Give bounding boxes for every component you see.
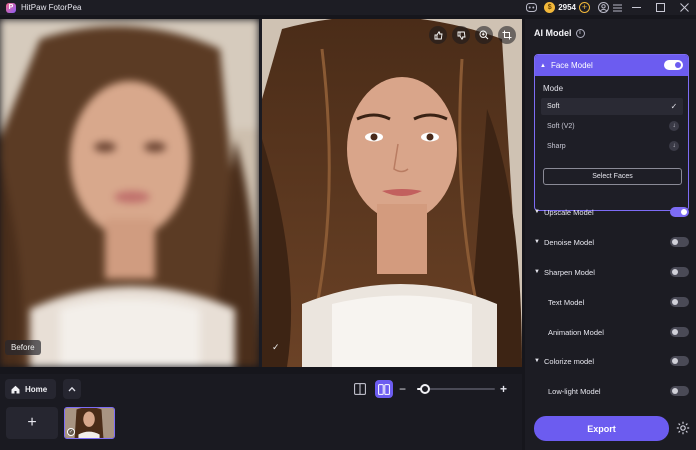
home-button[interactable]: Home (5, 379, 56, 399)
download-icon[interactable]: ↓ (669, 121, 679, 131)
gear-icon[interactable] (675, 420, 691, 436)
app-title: HitPaw FotorPea (21, 3, 82, 12)
zoom-icon[interactable] (475, 26, 493, 44)
single-view-button[interactable] (351, 380, 369, 398)
caret-down-icon: ▼ (534, 358, 540, 364)
before-photo (0, 19, 259, 367)
add-coins-button[interactable]: + (579, 2, 590, 13)
account-icon[interactable] (596, 0, 610, 15)
model-row-denoise[interactable]: ▼ Denoise Model (534, 233, 689, 251)
face-model-header[interactable]: ▲ Face Model (535, 55, 688, 76)
model-row-animation[interactable]: Animation Model (534, 323, 689, 341)
zoom-in-button[interactable]: + (500, 380, 507, 398)
after-photo (262, 19, 522, 367)
before-image[interactable]: Before (0, 19, 259, 367)
before-label: Before (5, 340, 41, 355)
add-image-button[interactable]: + (6, 407, 58, 439)
caret-up-icon: ▲ (540, 62, 546, 69)
colorize-toggle[interactable] (670, 356, 689, 366)
model-row-colorize[interactable]: ▼ Colorize model (534, 352, 689, 370)
face-model-label: Face Model (550, 61, 593, 70)
coin-icon: $ (544, 2, 556, 13)
single-view-icon (354, 383, 366, 395)
crop-icon[interactable] (498, 26, 516, 44)
check-icon: ✓ (670, 101, 678, 111)
sharpen-toggle[interactable] (670, 267, 689, 277)
after-image[interactable]: ✓ (262, 19, 522, 367)
image-thumbnail[interactable]: ✓ (64, 407, 115, 439)
app-logo-icon: P (6, 2, 16, 13)
face-model-toggle[interactable] (664, 60, 683, 70)
minimize-button[interactable] (624, 0, 648, 15)
caret-down-icon: ▼ (534, 239, 540, 245)
face-model-card: ▲ Face Model Mode Soft ✓ Soft (V2) ↓ Sha… (534, 54, 689, 211)
select-faces-button[interactable]: Select Faces (543, 168, 682, 185)
mode-label: Mode (543, 84, 564, 93)
model-row-upscale[interactable]: ▼ Upscale Model (534, 203, 689, 221)
upscale-toggle[interactable] (670, 207, 689, 217)
denoise-toggle[interactable] (670, 237, 689, 247)
home-label: Home (25, 384, 48, 394)
processed-check-icon: ✓ (272, 342, 280, 352)
split-view-button[interactable] (375, 380, 393, 398)
download-icon[interactable]: ↓ (669, 141, 679, 151)
low-light-toggle[interactable] (670, 386, 689, 396)
caret-down-icon: ▼ (534, 269, 540, 275)
model-row-low-light[interactable]: Low-light Model (534, 382, 689, 400)
bottom-toolbar: Home − + + ✓ (0, 374, 522, 450)
split-view-icon (378, 383, 390, 395)
text-toggle[interactable] (670, 297, 689, 307)
close-button[interactable] (672, 0, 696, 15)
ai-model-panel: AI Model i ▲ Face Model Mode Soft ✓ Soft… (525, 19, 696, 450)
title-bar: P HitPaw FotorPea $ 2954 + (0, 0, 696, 15)
mode-option-soft[interactable]: Soft ✓ (541, 98, 683, 115)
panel-title: AI Model i (534, 28, 585, 38)
animation-toggle[interactable] (670, 327, 689, 337)
menu-icon[interactable] (610, 0, 624, 15)
home-icon (11, 385, 20, 393)
zoom-out-button[interactable]: − (399, 380, 406, 398)
model-row-sharpen[interactable]: ▼ Sharpen Model (534, 263, 689, 281)
zoom-slider-thumb[interactable] (419, 384, 430, 394)
export-button[interactable]: Export (534, 416, 669, 441)
thumbs-up-icon[interactable] (429, 26, 447, 44)
mode-option-sharp[interactable]: Sharp ↓ (541, 138, 683, 155)
thumbs-down-icon[interactable] (452, 26, 470, 44)
expand-up-button[interactable] (63, 379, 81, 399)
image-toolbar (429, 26, 516, 44)
discord-icon[interactable] (524, 0, 538, 15)
coin-count: 2954 (558, 3, 576, 12)
caret-down-icon: ▼ (534, 209, 540, 215)
mode-option-soft-v2[interactable]: Soft (V2) ↓ (541, 118, 683, 135)
model-row-text[interactable]: Text Model (534, 293, 689, 311)
maximize-button[interactable] (648, 0, 672, 15)
thumbnail-selected-icon: ✓ (67, 428, 75, 436)
info-icon[interactable]: i (575, 28, 585, 38)
chevron-up-icon (68, 386, 76, 392)
coin-balance[interactable]: $ 2954 + (544, 2, 590, 13)
